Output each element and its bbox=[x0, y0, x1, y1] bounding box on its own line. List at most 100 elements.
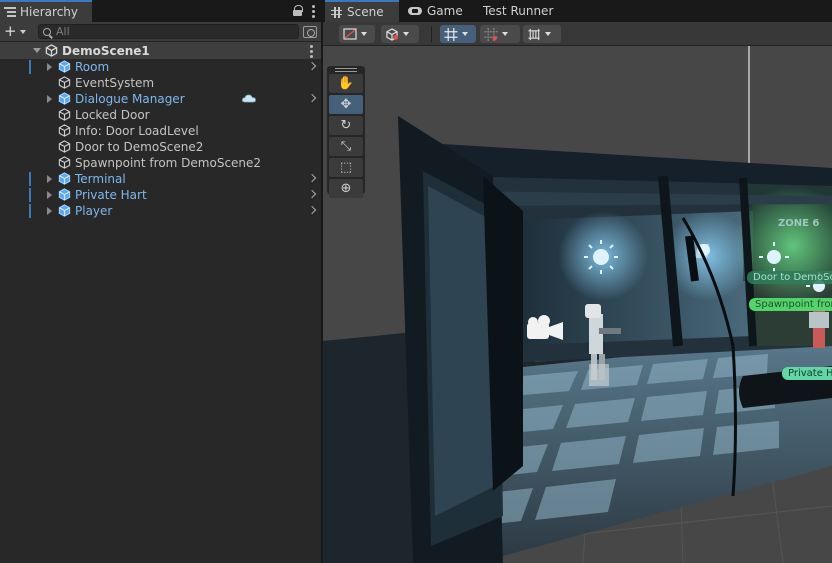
hierarchy-item-label: Locked Door bbox=[75, 108, 150, 122]
scene-label-door[interactable]: Door to DemoSc bbox=[747, 271, 832, 284]
move-tool-button[interactable]: ✥ bbox=[329, 95, 363, 114]
scene-toolbar bbox=[323, 22, 832, 46]
gameobject-icon bbox=[58, 108, 71, 121]
gameobject-icon bbox=[58, 76, 71, 89]
rotate-tool-button[interactable]: ↻ bbox=[329, 116, 363, 135]
chevron-down-icon bbox=[502, 32, 508, 36]
plus-icon: + bbox=[4, 22, 17, 40]
gamepad-icon bbox=[408, 7, 422, 15]
chevron-down-icon bbox=[545, 32, 551, 36]
tab-game[interactable]: Game bbox=[408, 0, 463, 22]
scale-tool-icon: ⤡ bbox=[340, 139, 352, 154]
search-input[interactable]: All bbox=[38, 24, 299, 39]
expand-arrow-icon[interactable] bbox=[47, 207, 52, 215]
shading-mode-button[interactable] bbox=[339, 25, 375, 43]
hierarchy-panel: Hierarchy + All DemoScene1 Room EventSyst bbox=[0, 0, 321, 563]
hierarchy-item-label: Terminal bbox=[75, 172, 126, 186]
hierarchy-tab-tools bbox=[293, 4, 315, 18]
grid-ruler-icon bbox=[528, 28, 540, 40]
hierarchy-toolbar: + All bbox=[0, 22, 321, 42]
search-icon bbox=[43, 27, 51, 36]
hierarchy-item[interactable]: Private Hart bbox=[0, 187, 321, 203]
chevron-right-icon[interactable] bbox=[307, 189, 317, 199]
tab-test-runner[interactable]: Test Runner bbox=[483, 0, 553, 22]
increment-snap-icon bbox=[484, 27, 498, 41]
chevron-down-icon bbox=[361, 32, 367, 36]
override-marker bbox=[29, 60, 31, 74]
scale-tool-button[interactable]: ⤡ bbox=[329, 137, 363, 156]
overlay-grip[interactable] bbox=[335, 68, 357, 72]
tab-game-label: Game bbox=[427, 4, 463, 18]
scene-name: DemoScene1 bbox=[62, 43, 150, 58]
search-by-type-icon[interactable] bbox=[303, 25, 317, 38]
hand-tool-icon: ✋ bbox=[337, 76, 355, 91]
scene-tab-bar: Scene Game Test Runner bbox=[323, 0, 832, 22]
hierarchy-title: Hierarchy bbox=[20, 5, 79, 19]
increment-snapping-button[interactable] bbox=[480, 25, 520, 43]
search-placeholder: All bbox=[56, 25, 70, 38]
rect-tool-button[interactable]: ⬚ bbox=[329, 158, 363, 177]
transform-tool-icon: ⊕ bbox=[340, 181, 352, 196]
hierarchy-item-label: Room bbox=[75, 60, 110, 74]
hierarchy-item[interactable]: EventSystem bbox=[0, 75, 321, 91]
hierarchy-item-label: Door to DemoScene2 bbox=[75, 140, 204, 154]
hand-tool-button[interactable]: ✋ bbox=[329, 74, 363, 93]
tab-hierarchy[interactable]: Hierarchy bbox=[0, 0, 92, 22]
grid-icon bbox=[331, 6, 342, 18]
chevron-down-icon bbox=[19, 29, 26, 34]
chevron-right-icon[interactable] bbox=[307, 93, 317, 103]
cube-icon bbox=[386, 27, 399, 41]
grid-visibility-button[interactable] bbox=[523, 25, 561, 43]
expand-arrow-icon[interactable] bbox=[47, 63, 52, 71]
prefab-icon bbox=[58, 188, 71, 201]
expand-arrow-icon[interactable] bbox=[47, 175, 52, 183]
override-marker bbox=[29, 204, 31, 218]
prefab-icon bbox=[58, 92, 71, 105]
expand-arrow-icon[interactable] bbox=[47, 95, 52, 103]
scene-options-icon[interactable] bbox=[310, 44, 313, 58]
chevron-right-icon[interactable] bbox=[307, 205, 317, 215]
hierarchy-item[interactable]: Info: Door LoadLevel bbox=[0, 123, 321, 139]
chevron-right-icon[interactable] bbox=[307, 173, 317, 183]
hierarchy-item[interactable]: Locked Door bbox=[0, 107, 321, 123]
override-marker bbox=[29, 172, 31, 186]
hierarchy-item[interactable]: Player bbox=[0, 203, 321, 219]
hierarchy-item[interactable]: Dialogue Manager bbox=[0, 91, 321, 107]
cloud-icon bbox=[242, 94, 256, 103]
expand-arrow-icon[interactable] bbox=[47, 191, 52, 199]
collapse-arrow-icon[interactable] bbox=[33, 48, 41, 53]
transform-tool-button[interactable]: ⊕ bbox=[329, 179, 363, 198]
move-tool-icon: ✥ bbox=[340, 97, 352, 112]
prefab-icon bbox=[58, 172, 71, 185]
scene-label-spawnpoint[interactable]: Spawnpoint from De bbox=[749, 298, 832, 311]
create-button[interactable]: + bbox=[4, 24, 34, 39]
scene-viewport[interactable]: ZONE 6 Door to DemoSc Spawnpoint fro Pri… bbox=[323, 46, 832, 563]
hierarchy-item[interactable]: Terminal bbox=[0, 171, 321, 187]
tab-scene-label: Scene bbox=[347, 5, 384, 19]
hierarchy-item-label: Spawnpoint from DemoScene2 bbox=[75, 156, 262, 170]
hierarchy-item-label: Private Hart bbox=[75, 188, 147, 202]
chevron-right-icon[interactable] bbox=[307, 61, 317, 71]
grid-snapping-button[interactable] bbox=[440, 25, 476, 43]
tab-scene[interactable]: Scene bbox=[325, 0, 399, 22]
gameobject-icon bbox=[58, 140, 71, 153]
lock-icon[interactable] bbox=[293, 5, 303, 16]
scene-row[interactable]: DemoScene1 bbox=[0, 42, 321, 59]
unity-scene-icon bbox=[45, 44, 58, 57]
hierarchy-item[interactable]: Room bbox=[0, 59, 321, 75]
hierarchy-item-label: Info: Door LoadLevel bbox=[75, 124, 199, 138]
chevron-down-icon bbox=[462, 32, 468, 36]
override-marker bbox=[29, 188, 31, 202]
hierarchy-item[interactable]: Spawnpoint from DemoScene2 bbox=[0, 155, 321, 171]
hierarchy-item[interactable]: Door to DemoScene2 bbox=[0, 139, 321, 155]
grid-snap-icon bbox=[444, 27, 458, 41]
render-mode-button[interactable] bbox=[381, 25, 419, 43]
scene-label-private-hart[interactable]: Private H bbox=[782, 367, 832, 380]
scene-panel: Scene Game Test Runner ZONE 6 Door to De… bbox=[323, 0, 832, 563]
transform-tools-overlay: ✋ ✥ ↻ ⤡ ⬚ ⊕ bbox=[327, 66, 365, 198]
hierarchy-tab-bar: Hierarchy bbox=[0, 0, 321, 22]
hierarchy-item-label: Dialogue Manager bbox=[75, 92, 185, 106]
gameobject-icon bbox=[58, 124, 71, 137]
more-options-icon[interactable] bbox=[312, 4, 315, 18]
hierarchy-item-label: Player bbox=[75, 204, 113, 218]
